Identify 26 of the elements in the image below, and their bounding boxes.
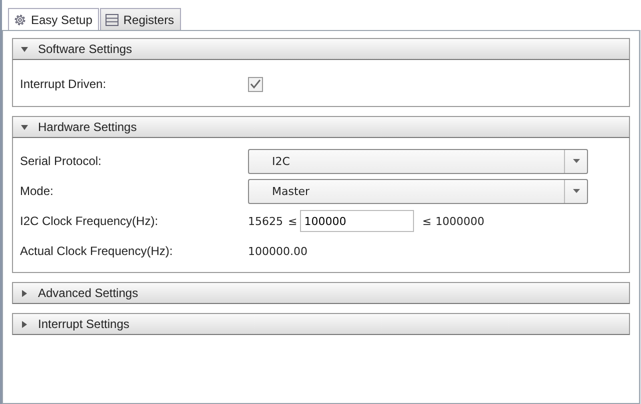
field-label: I2C Clock Frequency(Hz): [20,214,160,228]
field-label: Actual Clock Frequency(Hz): [20,244,174,258]
tab[interactable]: Easy Setup [8,8,100,30]
checkbox[interactable] [248,76,263,92]
section-header[interactable]: Advanced Settings [12,282,630,304]
gear-icon [13,12,27,26]
collapse-arrow-icon [21,124,28,130]
expand-arrow-icon [21,320,28,328]
less-equal-sign: ≤ [422,214,432,228]
field-value: 100000.00 [248,244,308,258]
tab[interactable]: Registers [100,8,182,30]
less-equal-sign: ≤ [288,214,298,228]
dropdown[interactable]: I2C [248,148,588,174]
section-header[interactable]: Interrupt Settings [12,313,630,335]
field-label: Mode: [20,184,54,198]
section-header[interactable]: Software Settings [12,38,630,60]
input-field[interactable]: 100000 [300,210,414,232]
list-icon [105,12,120,26]
field-label: Serial Protocol: [20,154,102,168]
section-header[interactable]: Hardware Settings [12,116,630,138]
expand-arrow-icon [21,290,28,296]
range-max: 1000000 [435,214,484,228]
range-min: 15625 [248,214,283,228]
field-label: Interrupt Driven: [20,77,108,91]
collapse-arrow-icon [21,46,28,52]
dropdown[interactable]: Master [248,178,588,204]
